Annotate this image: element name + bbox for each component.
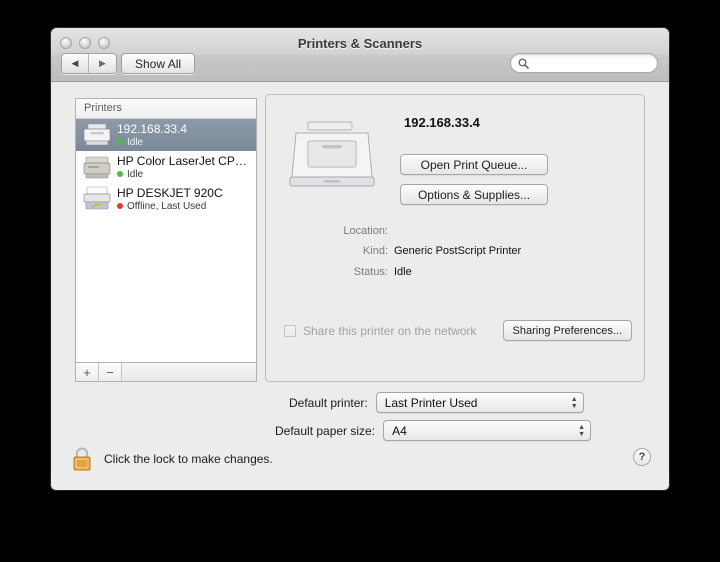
printer-name: 192.168.33.4 [117,121,188,136]
help-button[interactable]: ? [633,448,651,466]
status-dot-icon [117,171,123,177]
printer-name: HP DESKJET 920C [117,185,223,200]
default-printer-select[interactable]: Last Printer Used ▲ ▼ [375,392,584,413]
laser-printer-icon [83,123,111,146]
status-value: Idle [394,266,412,278]
share-printer-checkbox[interactable] [284,325,296,337]
kind-field-row: Kind: Generic PostScript Printer [266,245,644,257]
printer-name: HP Color LaserJet CP… [117,153,247,168]
printer-status: Offline, Last Used [117,200,223,213]
status-text: Idle [127,168,144,180]
back-button[interactable]: ◀ [62,54,89,73]
search-input[interactable] [533,57,651,69]
page-title: Printers & Scanners [297,36,423,51]
sharing-preferences-button[interactable]: Sharing Preferences... [502,320,632,341]
status-label: Status: [353,266,388,278]
deskjet-icon [83,186,111,210]
window-titlebar: Printers & Scanners ◀ ▶ Show All [51,28,669,82]
list-item-text: HP Color LaserJet CP… Idle [117,154,247,181]
lock-icon[interactable] [71,446,93,472]
location-field-row: Location: [266,225,644,237]
default-paper-size-label: Default paper size: [275,423,376,438]
open-print-queue-button[interactable]: Open Print Queue... [400,154,548,175]
status-text: Offline, Last Used [127,200,207,212]
default-paper-size-value: A4 [392,423,407,438]
search-field[interactable] [510,53,658,73]
chevron-updown-icon: ▲ ▼ [578,423,586,438]
lock-message: Click the lock to make changes. [104,452,273,466]
printer-detail-panel: 192.168.33.4 Open Print Queue... Options… [265,94,645,382]
share-printer-label: Share this printer on the network [303,324,477,338]
lock-row[interactable]: Click the lock to make changes. [71,446,273,472]
remove-printer-button[interactable]: − [99,363,122,381]
printer-list-toolbar: + − [75,362,257,382]
kind-value: Generic PostScript Printer [394,245,522,257]
printer-list-header: Printers [76,99,256,119]
printers-scanners-window: Printers & Scanners ◀ ▶ Show All Printer… [51,28,669,490]
list-item-text: HP DESKJET 920C Offline, Last Used [117,186,223,213]
printer-status: Idle [117,168,247,181]
status-dot-icon [117,203,123,209]
default-printer-label: Default printer: [289,395,368,410]
options-and-supplies-button[interactable]: Options & Supplies... [400,184,548,205]
detail-printer-name: 192.168.33.4 [404,115,480,130]
location-label: Location: [343,225,388,237]
share-printer-row[interactable]: Share this printer on the network [284,324,476,338]
search-icon [518,58,529,69]
add-printer-button[interactable]: + [76,363,99,381]
list-item[interactable]: HP Color LaserJet CP… Idle [76,151,256,183]
list-item[interactable]: HP DESKJET 920C Offline, Last Used [76,183,256,215]
default-paper-size-select[interactable]: A4 ▲ ▼ [383,420,592,441]
toolbar-filler [122,363,256,381]
printer-preview-icon [289,121,375,187]
status-text: Idle [127,136,144,148]
window-body: Printers 192.168.33.4 Idle HP Color Lase… [51,82,669,489]
status-field-row: Status: Idle [266,266,644,278]
list-item-text: 192.168.33.4 Idle [117,122,187,149]
navigation-segmented-control: ◀ ▶ [61,53,117,74]
printer-status: Idle [117,136,187,149]
printer-list: Printers 192.168.33.4 Idle HP Color Lase… [75,98,257,362]
default-paper-size-row: Default paper size: A4 ▲ ▼ [275,420,592,441]
default-printer-row: Default printer: Last Printer Used ▲ ▼ [289,392,584,413]
default-printer-value: Last Printer Used [384,395,478,410]
forward-button[interactable]: ▶ [89,54,116,73]
chevron-updown-icon: ▲ ▼ [570,395,578,410]
show-all-button[interactable]: Show All [121,53,196,74]
kind-label: Kind: [362,245,388,257]
list-item[interactable]: 192.168.33.4 Idle [76,119,256,151]
status-dot-icon [117,139,123,145]
color-laserjet-icon [83,156,111,179]
